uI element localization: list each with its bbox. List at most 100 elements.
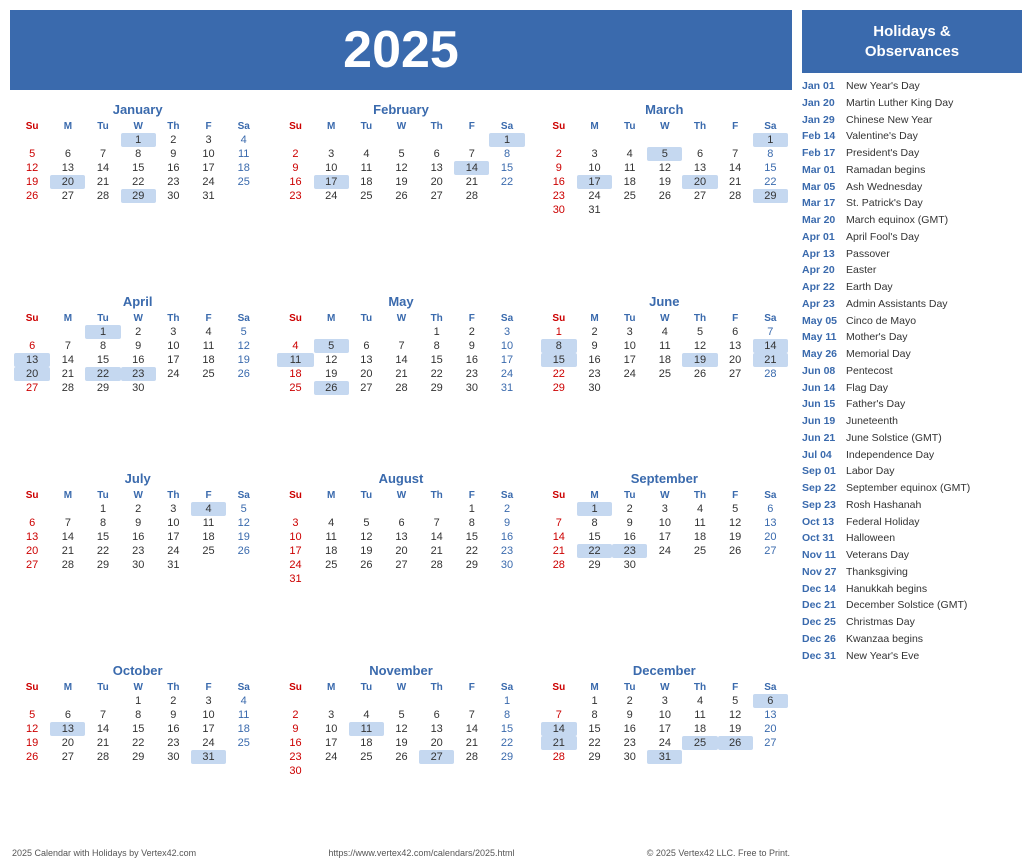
holiday-date: Oct 31 [802, 531, 842, 547]
month-may: MaySuMTuWThFSa12345678910111213141516171… [273, 290, 528, 460]
calendar-day: 26 [384, 189, 419, 203]
calendar-day [541, 502, 577, 516]
day-header-tu: Tu [85, 120, 120, 133]
calendar-day: 8 [85, 339, 120, 353]
calendar-day: 4 [612, 147, 647, 161]
calendar-day: 25 [349, 750, 384, 764]
calendar-day [384, 764, 419, 778]
day-header-m: M [50, 120, 85, 133]
calendar-day: 21 [85, 175, 120, 189]
calendar-day: 6 [349, 339, 384, 353]
month-july: JulySuMTuWThFSa1234567891011121314151617… [10, 467, 265, 651]
calendar-day: 19 [718, 722, 753, 736]
calendar-day: 17 [191, 161, 226, 175]
calendar-day: 17 [191, 722, 226, 736]
day-header-w: W [121, 312, 156, 325]
holiday-date: Mar 20 [802, 213, 842, 229]
calendar-day: 9 [541, 161, 577, 175]
calendar-day: 2 [121, 502, 156, 516]
calendar-day: 3 [489, 325, 524, 339]
calendar-day: 11 [191, 516, 226, 530]
day-header-w: W [121, 120, 156, 133]
calendar-day: 24 [577, 189, 612, 203]
calendar-day [349, 572, 384, 586]
calendar-day: 27 [753, 736, 788, 750]
calendar-day: 7 [384, 339, 419, 353]
calendar-day: 12 [226, 339, 261, 353]
holiday-date: Jun 14 [802, 381, 842, 397]
calendar-day: 22 [85, 544, 120, 558]
calendar-day: 16 [612, 530, 647, 544]
calendar-day: 22 [753, 175, 788, 189]
calendar-day: 14 [454, 161, 489, 175]
calendar-day: 6 [50, 708, 85, 722]
calendar-day: 17 [647, 530, 682, 544]
calendar-day: 17 [314, 175, 349, 189]
calendar-day: 5 [718, 694, 753, 708]
calendar-day: 14 [541, 722, 577, 736]
calendar-day: 14 [50, 530, 85, 544]
calendar-day: 10 [647, 516, 682, 530]
day-header-w: W [647, 312, 682, 325]
calendar-day: 7 [454, 708, 489, 722]
day-header-w: W [384, 489, 419, 502]
calendar-day: 26 [718, 544, 753, 558]
calendar-day: 21 [541, 736, 577, 750]
calendar-day: 23 [612, 544, 647, 558]
holiday-name: April Fool's Day [846, 230, 919, 246]
calendar-day: 5 [384, 147, 419, 161]
holiday-item: Sep 23Rosh Hashanah [802, 498, 1022, 514]
calendar-day: 10 [156, 339, 191, 353]
calendar-day [349, 694, 384, 708]
calendar-day: 8 [121, 708, 156, 722]
calendar-day: 9 [156, 708, 191, 722]
calendar-day: 11 [314, 530, 349, 544]
holiday-date: Dec 31 [802, 649, 842, 665]
calendar-day: 11 [682, 516, 717, 530]
calendar-day: 1 [454, 502, 489, 516]
calendar-day: 6 [718, 325, 753, 339]
day-header-th: Th [682, 681, 717, 694]
calendar-day [718, 750, 753, 764]
holiday-date: Jun 15 [802, 397, 842, 413]
calendar-day: 17 [314, 736, 349, 750]
day-header-su: Su [277, 681, 313, 694]
calendar-day [753, 750, 788, 764]
calendar-day: 2 [454, 325, 489, 339]
month-title-july: July [14, 471, 261, 486]
calendar-day: 16 [121, 353, 156, 367]
calendar-day: 31 [191, 750, 226, 764]
holiday-item: Sep 01Labor Day [802, 464, 1022, 480]
holiday-name: Mother's Day [846, 330, 908, 346]
calendar-day [454, 133, 489, 147]
calendar-day: 21 [50, 544, 85, 558]
holiday-item: Apr 22Earth Day [802, 280, 1022, 296]
calendar-day: 16 [489, 530, 524, 544]
holiday-name: Memorial Day [846, 347, 911, 363]
calendar-day [85, 694, 120, 708]
calendar-day: 14 [85, 722, 120, 736]
calendar-day: 24 [277, 558, 313, 572]
calendar-day [191, 558, 226, 572]
calendar-day [14, 694, 50, 708]
holiday-name: September equinox (GMT) [846, 481, 970, 497]
months-grid: JanuarySuMTuWThFSa1234567891011121314151… [10, 98, 792, 842]
calendar-day [753, 381, 788, 395]
calendar-day: 30 [577, 381, 612, 395]
calendar-day: 6 [419, 147, 454, 161]
calendar-day: 16 [121, 530, 156, 544]
footer-center: https://www.vertex42.com/calendars/2025.… [328, 848, 514, 858]
day-header-m: M [314, 489, 349, 502]
calendar-day: 29 [85, 558, 120, 572]
calendar-day: 15 [121, 722, 156, 736]
day-header-sa: Sa [226, 489, 261, 502]
calendar-day: 16 [277, 736, 313, 750]
calendar-day: 26 [647, 189, 682, 203]
calendar-day: 15 [454, 530, 489, 544]
calendar-day: 16 [541, 175, 577, 189]
month-title-january: January [14, 102, 261, 117]
day-header-f: F [718, 489, 753, 502]
calendar-day: 21 [718, 175, 753, 189]
calendar-day: 19 [384, 736, 419, 750]
calendar-day: 2 [489, 502, 524, 516]
